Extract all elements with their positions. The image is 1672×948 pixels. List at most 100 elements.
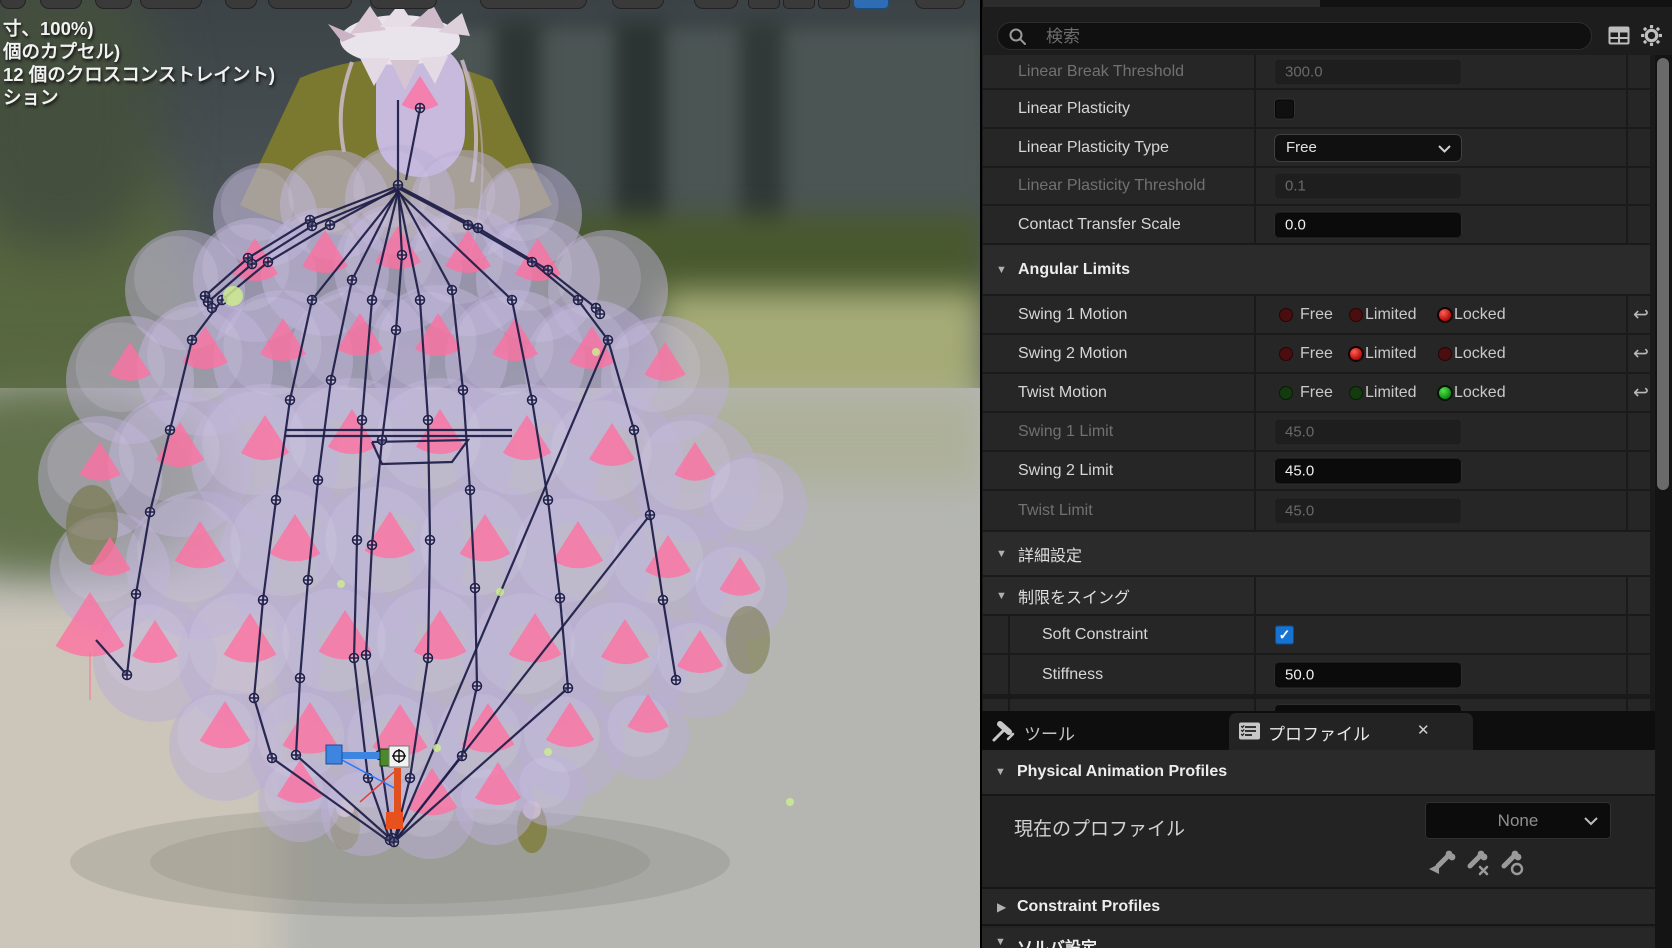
property-label: Swing 2 Motion	[1018, 344, 1128, 362]
radio-label-free[interactable]: Free	[1300, 306, 1333, 324]
property-label: Stiffness	[1042, 665, 1104, 683]
select-profile-bone-icon[interactable]	[1495, 846, 1525, 876]
row-clipped	[983, 699, 1650, 711]
chevron-down-icon	[1584, 817, 1598, 826]
row-linear-plasticity-threshold: Linear Plasticity Threshold 0.1	[983, 168, 1650, 204]
radio-label-locked[interactable]: Locked	[1454, 384, 1506, 402]
linear-plasticity-threshold-input[interactable]: 0.1	[1274, 172, 1462, 200]
scrollbar-thumb[interactable]	[1657, 58, 1669, 490]
section-title: ソルバ設定	[1017, 934, 1097, 948]
radio-label-limited[interactable]: Limited	[1365, 345, 1417, 363]
tools-icon	[992, 721, 1015, 742]
physics-asset-editor: 寸、100%)個のカプセル)12 個のクロスコンストレイント)ション Linea…	[0, 0, 1672, 948]
close-icon[interactable]: ✕	[1417, 721, 1430, 739]
row-swing2-limit: Swing 2 Limit 45.0	[983, 452, 1650, 489]
radio-label-limited[interactable]: Limited	[1365, 384, 1417, 402]
radio-label-free[interactable]: Free	[1300, 345, 1333, 363]
gear-icon[interactable]	[1640, 24, 1663, 47]
remove-profile-bone-icon[interactable]	[1461, 846, 1491, 876]
radio-label-limited[interactable]: Limited	[1365, 306, 1417, 324]
row-twist-motion: Twist Motion Free Limited Locked ↩	[983, 374, 1650, 411]
section-solver-settings[interactable]: ▼ ソルバ設定	[982, 928, 1672, 948]
stats-line: ション	[3, 87, 59, 108]
toolbar-button[interactable]	[915, 0, 965, 9]
section-swing-limit[interactable]: ▼ 制限をスイング	[983, 577, 1650, 614]
swing2-limit-input[interactable]: 45.0	[1274, 457, 1462, 484]
stats-line: 12 個のクロスコンストレイント)	[3, 64, 276, 85]
viewport-stats-overlay: 寸、100%) 個のカプセル) 12 個のクロスコンストレイント) ション	[3, 17, 275, 109]
row-linear-break-threshold: Linear Break Threshold 300.0	[983, 55, 1650, 88]
assign-profile-bone-icon[interactable]	[1427, 846, 1457, 876]
collapsed-arrow-icon: ▶	[997, 899, 1007, 914]
toolbar-button[interactable]	[95, 0, 132, 9]
radio-limited[interactable]	[1349, 307, 1363, 322]
toolbar-button[interactable]	[480, 0, 587, 9]
section-physical-animation-profiles[interactable]: ▼ Physical Animation Profiles	[982, 750, 1672, 796]
toolbar-button[interactable]	[783, 0, 815, 9]
property-label: Swing 1 Motion	[1018, 305, 1128, 323]
section-title: 詳細設定	[1018, 547, 1083, 565]
linear-plasticity-checkbox[interactable]	[1275, 99, 1294, 118]
radio-locked[interactable]	[1438, 346, 1452, 361]
property-label: Twist Limit	[1018, 501, 1093, 519]
radio-limited-selected[interactable]	[1348, 345, 1364, 362]
radio-locked-selected[interactable]	[1437, 306, 1453, 323]
reset-to-default-icon[interactable]: ↩	[1629, 381, 1653, 404]
toolbar-button[interactable]	[40, 0, 82, 9]
dropdown-value: None	[1497, 811, 1539, 830]
swing1-limit-input[interactable]: 45.0	[1274, 418, 1462, 445]
radio-free[interactable]	[1279, 346, 1293, 361]
radio-label-locked[interactable]: Locked	[1454, 306, 1506, 324]
section-advanced[interactable]: ▼ 詳細設定	[983, 532, 1650, 575]
reset-to-default-icon[interactable]: ↩	[1629, 303, 1653, 326]
radio-label-free[interactable]: Free	[1300, 384, 1333, 402]
toolbar-button[interactable]	[225, 0, 257, 9]
toolbar-button[interactable]	[268, 0, 352, 9]
linear-plasticity-type-dropdown[interactable]: Free	[1274, 133, 1462, 162]
radio-free[interactable]	[1279, 385, 1293, 400]
stats-line: 個のカプセル)	[3, 41, 121, 62]
viewport-3d[interactable]: 寸、100%) 個のカプセル) 12 個のクロスコンストレイント) ション	[0, 0, 982, 948]
toolbar-button-active[interactable]	[853, 0, 889, 9]
toolbar-button[interactable]	[818, 0, 850, 9]
current-profile-label: 現在のプロファイル	[1014, 819, 1186, 840]
radio-limited[interactable]	[1349, 385, 1363, 400]
radio-locked-selected[interactable]	[1437, 384, 1453, 401]
row-swing1-limit: Swing 1 Limit 45.0	[983, 413, 1650, 450]
column-view-icon[interactable]	[1608, 26, 1630, 46]
property-label: Linear Plasticity Type	[1018, 138, 1169, 156]
panel-tab-active-sliver[interactable]	[983, 0, 1320, 7]
row-soft-constraint: Soft Constraint ✓	[983, 616, 1650, 653]
search-input[interactable]	[1044, 23, 1568, 51]
toolbar-button[interactable]	[748, 0, 780, 9]
tab-label: プロファイル	[1268, 725, 1370, 744]
bottom-tab-bar: ツール プロファイル ✕	[982, 711, 1672, 750]
stats-line: 寸、100%)	[3, 18, 94, 39]
property-label: Contact Transfer Scale	[1018, 215, 1181, 233]
section-constraint-profiles[interactable]: ▶ Constraint Profiles	[982, 887, 1672, 926]
radio-label-locked[interactable]: Locked	[1454, 345, 1506, 363]
toolbar-button[interactable]	[612, 0, 664, 9]
contact-transfer-scale-input[interactable]: 0.0	[1274, 211, 1462, 238]
toolbar-button[interactable]	[694, 0, 738, 9]
linear-break-threshold-input[interactable]: 300.0	[1274, 58, 1462, 85]
expanded-arrow-icon: ▼	[995, 936, 1006, 948]
toolbar-button[interactable]	[140, 0, 202, 9]
row-stiffness: Stiffness 50.0	[983, 655, 1650, 694]
stiffness-input[interactable]: 50.0	[1274, 661, 1462, 688]
tab-tools[interactable]: ツール	[982, 711, 1152, 750]
search-box[interactable]	[997, 22, 1592, 51]
twist-limit-input[interactable]: 45.0	[1274, 497, 1462, 524]
soft-constraint-checkbox[interactable]: ✓	[1275, 625, 1294, 644]
section-angular-limits[interactable]: ▼ Angular Limits	[983, 245, 1650, 294]
tab-profiles-active[interactable]: プロファイル ✕	[1229, 713, 1473, 750]
radio-free[interactable]	[1279, 307, 1293, 322]
toolbar-button[interactable]	[370, 0, 437, 9]
section-title: Physical Animation Profiles	[1017, 763, 1228, 780]
scrollbar-track[interactable]	[1655, 55, 1672, 948]
row-swing2-motion: Swing 2 Motion Free Limited Locked ↩	[983, 335, 1650, 372]
property-label: Linear Break Threshold	[1018, 62, 1185, 80]
panel-divider[interactable]	[980, 0, 982, 948]
current-profile-dropdown[interactable]: None	[1425, 802, 1611, 839]
reset-to-default-icon[interactable]: ↩	[1629, 342, 1653, 365]
